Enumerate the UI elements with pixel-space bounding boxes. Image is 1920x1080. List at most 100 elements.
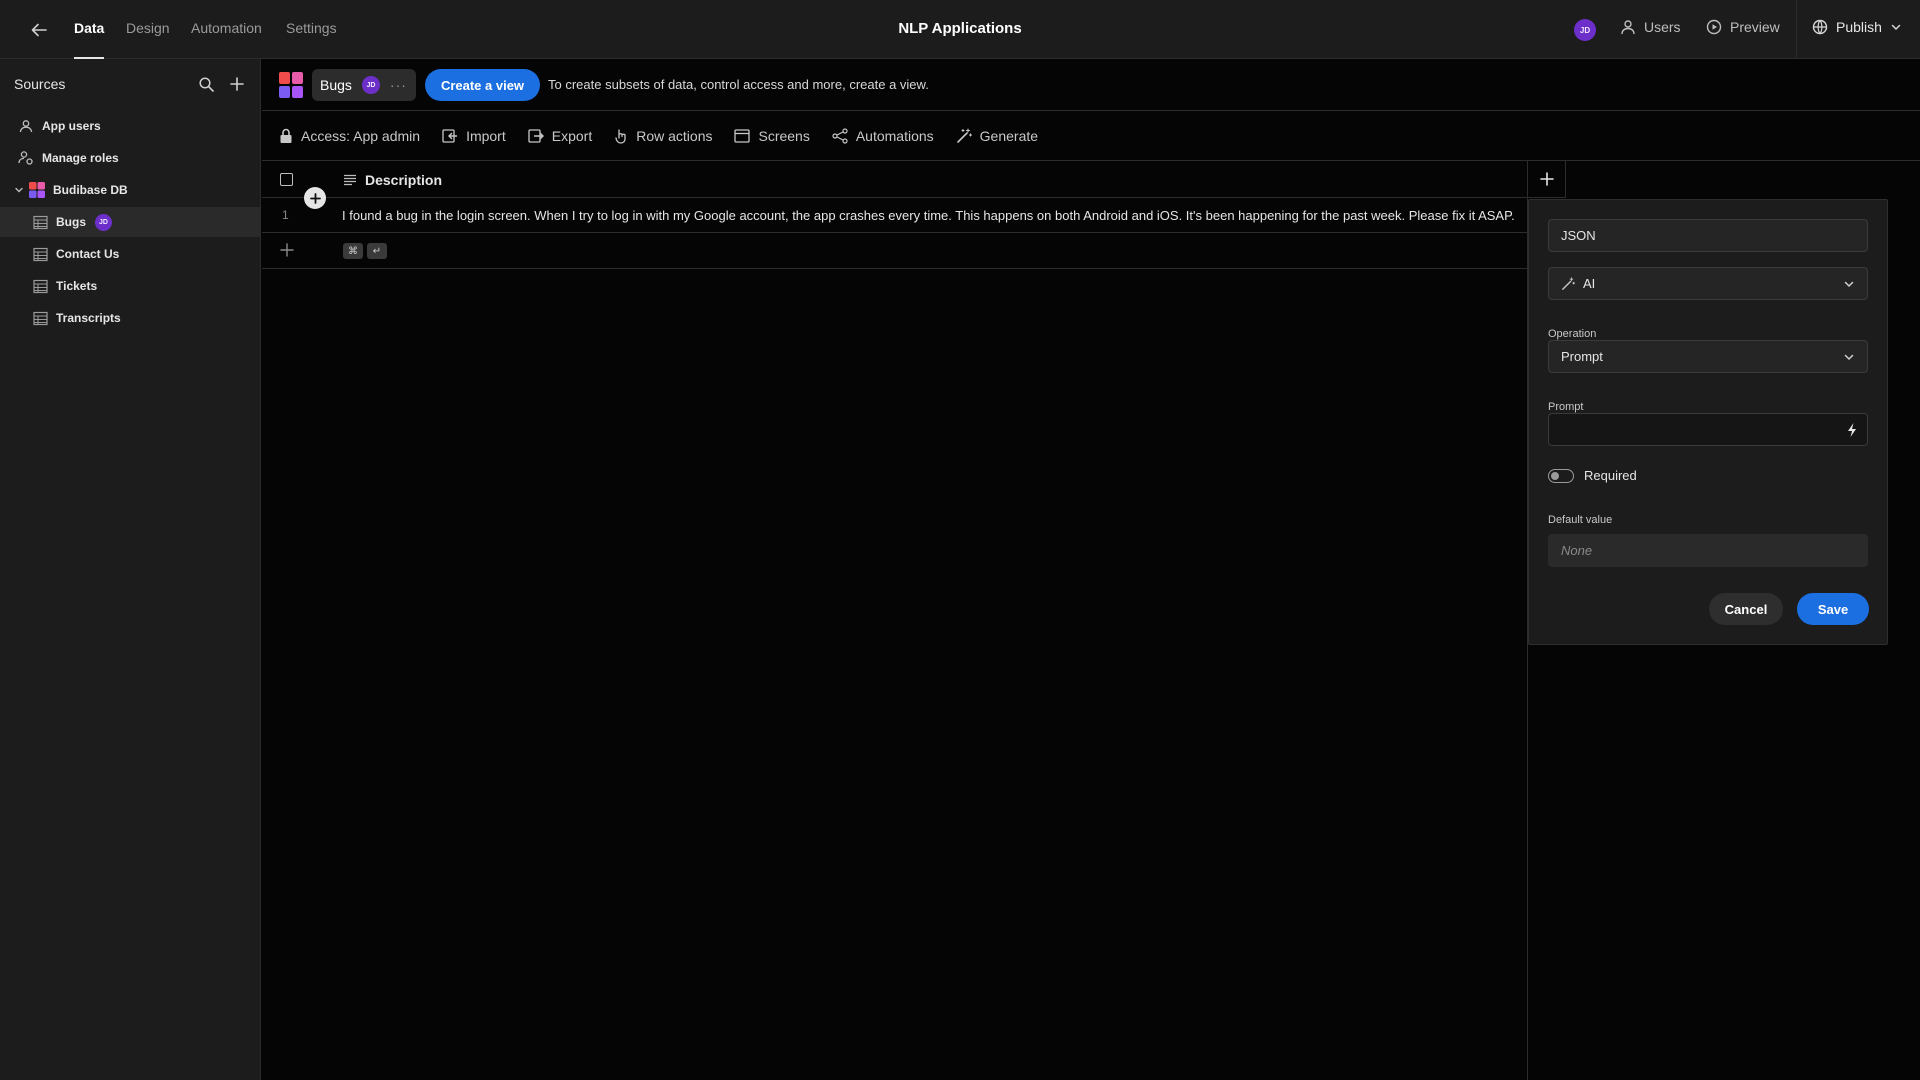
table-tab-bugs[interactable]: Bugs JD ··· xyxy=(312,69,416,101)
save-button[interactable]: Save xyxy=(1797,593,1869,625)
table-icon xyxy=(31,277,49,295)
user-avatar[interactable]: JD xyxy=(1574,19,1596,41)
sidebar-item-bugs[interactable]: Bugs JD xyxy=(0,207,260,237)
grid-header: Description xyxy=(262,161,1528,198)
text-lines-icon xyxy=(344,174,356,186)
add-column-button[interactable] xyxy=(1528,161,1566,198)
sidebar-item-manage-roles[interactable]: Manage roles xyxy=(0,143,260,173)
prompt-input[interactable] xyxy=(1561,422,1855,437)
lightning-icon[interactable] xyxy=(1846,422,1858,438)
sidebar-item-label: Tickets xyxy=(56,279,98,293)
export-button[interactable]: Export xyxy=(528,128,592,144)
roles-icon xyxy=(17,149,35,167)
toolbar-label: Row actions xyxy=(636,127,713,144)
column-type-select[interactable]: AI xyxy=(1548,267,1868,300)
user-icon xyxy=(17,117,35,135)
sidebar-item-transcripts[interactable]: Transcripts xyxy=(0,303,260,333)
required-toggle[interactable] xyxy=(1548,469,1574,483)
toolbar-label: Export xyxy=(551,127,593,144)
create-view-button[interactable]: Create a view xyxy=(425,69,540,101)
magic-wand-icon xyxy=(956,127,972,143)
search-icon xyxy=(198,76,214,92)
toolbar-label: Access: App admin xyxy=(301,127,421,144)
column-header-label: Description xyxy=(365,172,443,188)
column-header-description[interactable]: Description xyxy=(343,172,442,188)
toolbar-label: Automations xyxy=(855,127,934,144)
add-row-bar: ⌘ ↵ xyxy=(262,233,1528,269)
more-options-icon[interactable]: ··· xyxy=(390,77,407,93)
default-value-label: Default value xyxy=(1548,514,1613,526)
column-name-field[interactable] xyxy=(1548,219,1868,252)
sidebar-item-budibase-db[interactable]: Budibase DB xyxy=(0,175,260,205)
automations-button[interactable]: Automations xyxy=(832,128,934,144)
row-actions-button[interactable]: Row actions xyxy=(614,128,712,144)
lock-icon xyxy=(280,128,292,143)
cancel-button[interactable]: Cancel xyxy=(1709,593,1783,625)
default-value-input[interactable] xyxy=(1561,543,1855,558)
user-avatar-badge: JD xyxy=(361,76,380,94)
sidebar-item-app-users[interactable]: App users xyxy=(0,111,260,141)
select-all-checkbox[interactable] xyxy=(280,173,293,186)
sidebar-item-label: Transcripts xyxy=(56,311,121,325)
toolbar-label: Screens xyxy=(758,127,810,144)
preview-label: Preview xyxy=(1730,19,1780,35)
user-icon xyxy=(1621,20,1635,35)
globe-icon xyxy=(1812,19,1828,35)
default-value-field[interactable] xyxy=(1548,534,1868,567)
publish-button[interactable]: Publish xyxy=(1812,19,1902,35)
automations-icon xyxy=(832,127,848,144)
table-tab-label: Bugs xyxy=(320,77,352,93)
operation-value: Prompt xyxy=(1561,349,1603,364)
screens-button[interactable]: Screens xyxy=(734,127,810,144)
budibase-logo xyxy=(28,181,46,199)
description-cell[interactable]: I found a bug in the login screen. When … xyxy=(342,208,1515,223)
access-button[interactable]: Access: App admin xyxy=(279,128,420,144)
sidebar-item-label: Contact Us xyxy=(56,247,120,261)
users-button[interactable]: Users xyxy=(1620,19,1681,35)
row-number: 1 xyxy=(282,208,289,222)
users-label: Users xyxy=(1644,19,1681,35)
new-column-panel: AI Operation Prompt Prompt Required Defa… xyxy=(1528,199,1888,645)
column-type-value: AI xyxy=(1583,276,1596,291)
prompt-field[interactable] xyxy=(1548,413,1868,446)
view-bar: Bugs JD ··· Create a view To create subs… xyxy=(262,59,1920,111)
chevron-down-icon xyxy=(1844,354,1854,361)
toolbar-label: Generate xyxy=(979,127,1039,144)
cmd-key-hint: ⌘ xyxy=(343,243,363,259)
chevron-down-icon xyxy=(1891,24,1901,31)
sidebar-item-label: Manage roles xyxy=(42,151,119,165)
sidebar-item-tickets[interactable]: Tickets xyxy=(0,271,260,301)
table-icon xyxy=(31,213,49,231)
plus-icon xyxy=(1539,172,1554,186)
plus-icon xyxy=(280,243,294,257)
sidebar-search-button[interactable] xyxy=(196,74,216,94)
chevron-down-icon xyxy=(15,187,23,193)
table-row[interactable]: 1 I found a bug in the login screen. Whe… xyxy=(262,187,1528,233)
sidebar-item-contact-us[interactable]: Contact Us xyxy=(0,239,260,269)
table-toolbar: Access: App admin Import Export Row acti… xyxy=(262,111,1920,161)
user-avatar-badge: JD xyxy=(95,213,112,231)
sidebar-item-label: Budibase DB xyxy=(53,183,128,197)
preview-button[interactable]: Preview xyxy=(1706,19,1780,35)
operation-select[interactable]: Prompt xyxy=(1548,340,1868,373)
sidebar-item-label: App users xyxy=(42,119,101,133)
sidebar-add-button[interactable] xyxy=(227,74,247,94)
add-row-button[interactable] xyxy=(280,243,294,257)
publish-divider xyxy=(1796,0,1797,58)
table-icon xyxy=(31,245,49,263)
generate-button[interactable]: Generate xyxy=(956,128,1038,144)
column-name-input[interactable] xyxy=(1561,228,1855,243)
required-label: Required xyxy=(1584,468,1637,483)
create-view-hint: To create subsets of data, control acces… xyxy=(548,77,929,92)
budibase-logo xyxy=(278,71,304,99)
import-icon xyxy=(442,128,458,143)
sidebar-title: Sources xyxy=(14,76,66,92)
enter-key-hint: ↵ xyxy=(367,243,387,259)
screens-icon xyxy=(734,128,751,143)
play-circle-icon xyxy=(1706,19,1722,35)
publish-label: Publish xyxy=(1836,19,1882,35)
expand-row-button[interactable] xyxy=(304,187,326,209)
data-grid: Description 1 I found a bug in the login… xyxy=(262,161,1528,1080)
top-bar: Data Design Automation Settings NLP Appl… xyxy=(0,0,1920,59)
import-button[interactable]: Import xyxy=(442,128,506,144)
